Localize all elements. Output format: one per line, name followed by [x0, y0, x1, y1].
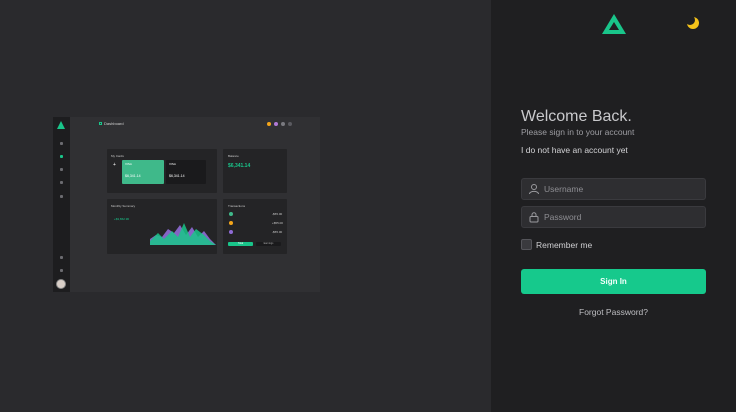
preview-profile-icon [281, 122, 285, 126]
preview-earnings-button: Earnings [256, 242, 281, 246]
triangle-logo-icon [602, 14, 626, 34]
preview-tx-icon [229, 221, 233, 225]
moon-icon[interactable] [686, 16, 700, 30]
preview-income: +$3,862.96 [114, 217, 130, 221]
remember-me-checkbox[interactable] [521, 239, 532, 250]
preview-nav-icon [60, 155, 63, 158]
preview-message-icon [274, 122, 278, 126]
preview-card1-name: VISA [125, 162, 132, 166]
preview-card2-balance: $6,341.14 [169, 174, 185, 178]
preview-card1-balance: $6,341.14 [125, 174, 141, 178]
sign-in-subtitle: Please sign in to your account [521, 127, 635, 137]
sign-in-button[interactable]: Sign In [521, 269, 706, 294]
preview-sidebar [53, 117, 70, 292]
preview-balance-label: Balance [228, 154, 239, 158]
forgot-password-link[interactable]: Forgot Password? [521, 307, 706, 317]
preview-area-chart [150, 223, 216, 245]
preview-nav-icon [60, 181, 63, 184]
preview-search-icon [60, 256, 63, 259]
preview-title-icon [99, 122, 102, 125]
preview-tx-icon [229, 230, 233, 234]
preview-tx-amount: -$55.00 [272, 230, 283, 234]
preview-total-button: Total [228, 242, 253, 246]
preview-title: Dashboard [104, 121, 124, 126]
remember-me-label[interactable]: Remember me [536, 240, 592, 250]
preview-notification-icon [267, 122, 271, 126]
preview-my-cards-label: My Cards [111, 154, 124, 158]
preview-tx-amount: -$55.00 [272, 212, 283, 216]
preview-nav-icon [60, 195, 63, 198]
preview-monthly-label: Monthly Summary [111, 204, 136, 208]
preview-nav-icon [60, 168, 63, 171]
welcome-heading: Welcome Back. [521, 108, 632, 125]
preview-logo-icon [57, 121, 65, 129]
left-pane: Dashboard My Cards + VISA $6,341.14 VISA… [0, 0, 491, 412]
no-account-link[interactable]: I do not have an account yet [521, 145, 628, 155]
preview-nav-icon [60, 142, 63, 145]
preview-avatar [56, 279, 66, 289]
preview-add-card-icon: + [113, 162, 116, 168]
lock-icon [529, 212, 539, 223]
preview-transactions-label: Transactions [228, 204, 246, 208]
username-input[interactable] [544, 179, 699, 199]
password-field[interactable] [521, 206, 706, 228]
password-input[interactable] [544, 207, 699, 227]
preview-menu-icon [288, 122, 292, 126]
preview-settings-icon [60, 269, 63, 272]
username-field[interactable] [521, 178, 706, 200]
preview-tx-amount: +$55.00 [272, 221, 283, 225]
user-icon [529, 184, 539, 195]
preview-card2-name: VISA [169, 162, 176, 166]
preview-balance-value: $6,341.14 [228, 163, 251, 169]
preview-tx-icon [229, 212, 233, 216]
